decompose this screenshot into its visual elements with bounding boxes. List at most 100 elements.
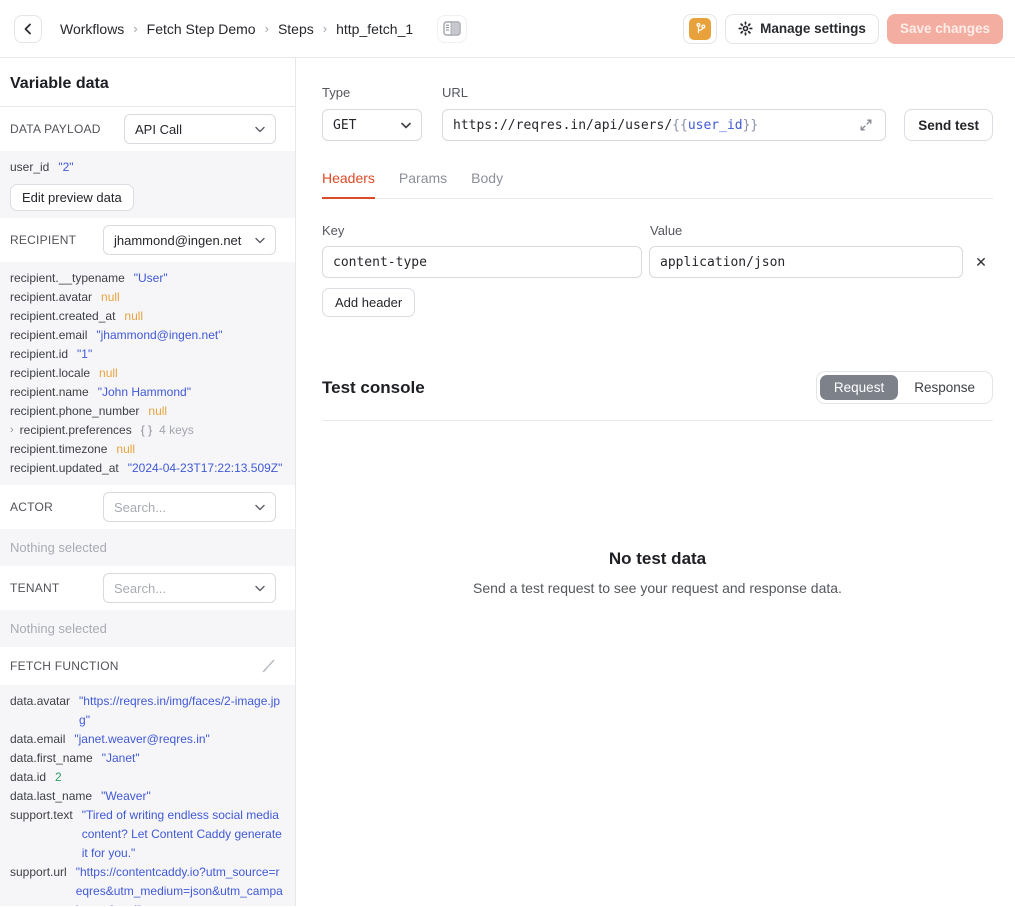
- send-test-button[interactable]: Send test: [904, 109, 993, 141]
- recipient-select[interactable]: jhammond@ingen.net: [103, 225, 276, 255]
- header-column-labels: Key Value: [322, 223, 993, 238]
- variable-value: null: [148, 402, 285, 421]
- test-console-header: Test console Request Response: [322, 371, 993, 404]
- value-column-label: Value: [650, 223, 682, 238]
- variable-key: support.url: [10, 863, 67, 906]
- variable-row: recipient.updated_at"2024-04-23T17:22:13…: [10, 459, 285, 478]
- chevron-down-icon: [401, 122, 411, 129]
- breadcrumb-workflow-name[interactable]: Fetch Step Demo: [147, 21, 256, 37]
- variable-row: support.url"https://contentcaddy.io?utm_…: [10, 863, 285, 906]
- header-row: ✕: [322, 246, 993, 278]
- url-label: URL: [442, 85, 886, 100]
- variable-row[interactable]: ›recipient.preferences{ }4 keys: [10, 421, 285, 440]
- method-select[interactable]: GET: [322, 109, 422, 141]
- variable-row: recipient.timezonenull: [10, 440, 285, 459]
- variable-key: recipient.locale: [10, 364, 90, 383]
- chevron-down-icon: [255, 585, 265, 592]
- toggle-response[interactable]: Response: [900, 375, 989, 400]
- data-payload-rows: user_id"2": [10, 158, 285, 177]
- breadcrumb-steps[interactable]: Steps: [278, 21, 314, 37]
- url-value: https://reqres.in/api/users/{{user_id}}: [453, 118, 849, 133]
- tenant-search-placeholder: Search...: [114, 581, 166, 596]
- variable-value: null: [101, 288, 285, 307]
- variable-key: recipient.timezone: [10, 440, 107, 459]
- variable-value: "John Hammond": [98, 383, 285, 402]
- sidebar-toggle-button[interactable]: [437, 15, 467, 43]
- variable-value-suffix: 4 keys: [159, 423, 194, 437]
- panel-title: Variable data: [0, 58, 295, 107]
- actor-search-placeholder: Search...: [114, 500, 166, 515]
- recipient-selected-value: jhammond@ingen.net: [114, 233, 241, 248]
- git-branch-icon: [694, 22, 707, 35]
- variable-row: data.last_name"Weaver": [10, 787, 285, 806]
- gear-icon: [738, 21, 753, 36]
- variable-value: null: [124, 307, 285, 326]
- tab-body[interactable]: Body: [471, 170, 503, 198]
- commit-status-button[interactable]: [683, 14, 717, 44]
- section-actor: ACTOR Search...: [0, 485, 295, 529]
- panel-layout-icon: [443, 21, 461, 36]
- variable-value: "https://reqres.in/img/faces/2-image.jpg…: [79, 692, 285, 730]
- variable-row: recipient.avatar null: [10, 288, 285, 307]
- pencil-icon: [261, 658, 277, 674]
- variable-value: "User": [134, 269, 285, 288]
- no-test-data-empty-state: No test data Send a test request to see …: [322, 421, 993, 596]
- recipient-label: RECIPIENT: [10, 233, 76, 247]
- variable-row: data.email"janet.weaver@reqres.in": [10, 730, 285, 749]
- back-button[interactable]: [14, 15, 42, 43]
- fetch-function-label: FETCH FUNCTION: [10, 659, 119, 673]
- expand-url-button[interactable]: [857, 116, 875, 134]
- variable-value: "janet.weaver@reqres.in": [74, 730, 285, 749]
- variable-row: recipient.created_atnull: [10, 307, 285, 326]
- topbar-actions: Manage settings Save changes: [683, 14, 1003, 44]
- variable-key: support.text: [10, 806, 73, 863]
- actor-label: ACTOR: [10, 500, 53, 514]
- type-label: Type: [322, 85, 422, 100]
- edit-preview-data-button[interactable]: Edit preview data: [10, 184, 134, 211]
- manage-settings-label: Manage settings: [760, 21, 866, 36]
- save-changes-button[interactable]: Save changes: [887, 14, 1003, 44]
- variable-key: recipient.avatar: [10, 288, 92, 307]
- variable-key: data.id: [10, 768, 46, 787]
- header-value-input[interactable]: [649, 246, 963, 278]
- variable-row: support.text"Tired of writing endless so…: [10, 806, 285, 863]
- chevron-right-icon[interactable]: ›: [10, 421, 14, 440]
- breadcrumb-step-name[interactable]: http_fetch_1: [336, 21, 413, 37]
- tab-params[interactable]: Params: [399, 170, 447, 198]
- variable-key: recipient.phone_number: [10, 402, 139, 421]
- tenant-label: TENANT: [10, 581, 59, 595]
- method-type-group: Type GET: [322, 85, 422, 141]
- variable-value: "1": [77, 345, 285, 364]
- header-key-input[interactable]: [322, 246, 642, 278]
- manage-settings-button[interactable]: Manage settings: [725, 14, 879, 44]
- step-editor-main: Type GET URL https://reqres.in/api/users…: [296, 58, 1015, 906]
- breadcrumb-separator: ›: [323, 21, 327, 36]
- variable-key: recipient.preferences: [20, 421, 132, 440]
- url-input[interactable]: https://reqres.in/api/users/{{user_id}}: [442, 109, 886, 141]
- request-response-toggle: Request Response: [816, 371, 993, 404]
- variable-key: recipient.name: [10, 383, 89, 402]
- remove-header-button[interactable]: ✕: [969, 250, 993, 274]
- recipient-variable-rows: recipient.__typename"User"recipient.avat…: [0, 262, 295, 485]
- tenant-search-select[interactable]: Search...: [103, 573, 276, 603]
- section-recipient: RECIPIENT jhammond@ingen.net: [0, 218, 295, 262]
- variable-row: recipient.name "John Hammond": [10, 383, 285, 402]
- variable-value: "2": [58, 158, 285, 177]
- data-payload-select[interactable]: API Call: [124, 114, 276, 144]
- actor-search-select[interactable]: Search...: [103, 492, 276, 522]
- variable-row: user_id"2": [10, 158, 285, 177]
- tenant-empty-state: Nothing selected: [0, 610, 295, 647]
- breadcrumb: Workflows › Fetch Step Demo › Steps › ht…: [60, 21, 413, 37]
- breadcrumb-workflows[interactable]: Workflows: [60, 21, 124, 37]
- edit-fetch-function-button[interactable]: [259, 656, 279, 676]
- fetch-function-variable-rows: data.avatar"https://reqres.in/img/faces/…: [0, 685, 295, 906]
- breadcrumb-separator: ›: [133, 21, 137, 36]
- variable-row: data.id2: [10, 768, 285, 787]
- empty-state-title: No test data: [322, 549, 993, 569]
- tab-headers[interactable]: Headers: [322, 170, 375, 199]
- variable-key: recipient.__typename: [10, 269, 125, 288]
- variable-value: "Tired of writing endless social media c…: [82, 806, 285, 863]
- add-header-button[interactable]: Add header: [322, 288, 415, 317]
- toggle-request[interactable]: Request: [820, 375, 898, 400]
- variable-key: data.avatar: [10, 692, 70, 730]
